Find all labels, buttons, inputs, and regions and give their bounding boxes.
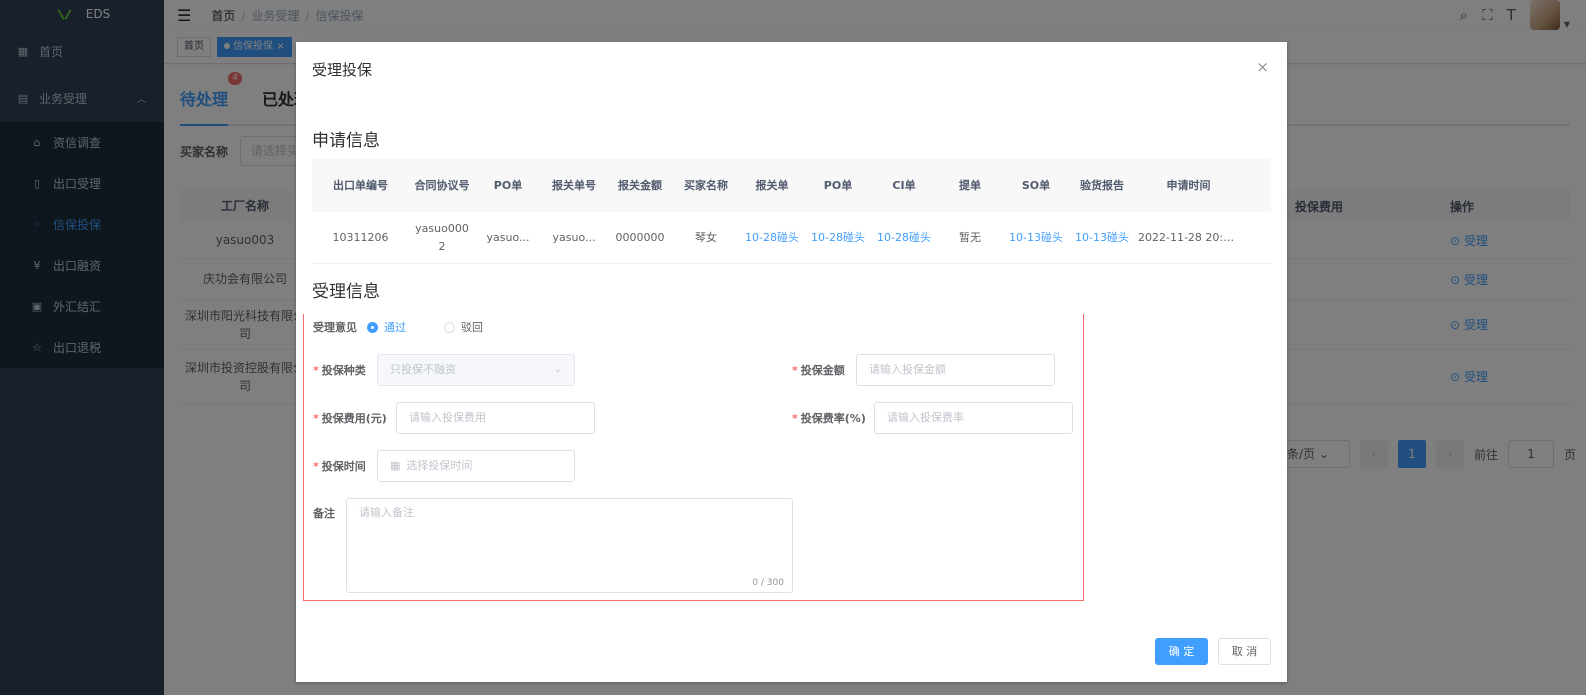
form-label-text: 投保种类 xyxy=(321,364,366,377)
acceptance-form: 受理意见 通过 驳回 * 投保种类 只投保不融资 ⌄ * 投保金额 请输入投保金额 *… xyxy=(303,314,1084,601)
table-cell: 0000000 xyxy=(615,230,665,244)
inspection-report-link[interactable]: 10-13碰头 xyxy=(1069,229,1135,247)
form-label: * 投保种类 xyxy=(313,362,377,378)
radio-label: 驳回 xyxy=(461,321,483,334)
insurance-time-picker[interactable]: ▦ 选择投保时间 xyxy=(377,450,575,482)
column-header: 报关金额 xyxy=(618,178,662,192)
form-item-fee: * 投保费用(元) 请输入投保费用 xyxy=(313,402,595,434)
column-header: 报关单号 xyxy=(552,178,596,192)
column-header: 出口单编号 xyxy=(333,178,388,192)
radio-pass[interactable]: 通过 xyxy=(367,319,406,335)
form-label-text: 投保费用(元) xyxy=(321,412,387,425)
form-label: 受理意见 xyxy=(313,321,357,334)
form-item-remark: 备注 请输入备注 0 / 300 xyxy=(313,498,793,593)
form-label-text: 投保金额 xyxy=(800,364,845,377)
column-header: 报关单 xyxy=(755,178,789,192)
form-item-type: * 投保种类 只投保不融资 ⌄ xyxy=(313,354,575,386)
form-label: * 投保费用(元) xyxy=(313,410,396,426)
char-counter: 0 / 300 xyxy=(752,578,784,588)
table-row: 10311206 yasuo0002 yasuo... yasuo... 000… xyxy=(312,212,1271,263)
column-header: 申请时间 xyxy=(1166,178,1211,192)
table-cell: 琴女 xyxy=(695,230,717,244)
radio-label: 通过 xyxy=(384,321,406,334)
column-header: CI单 xyxy=(892,178,916,192)
close-icon[interactable]: × xyxy=(1256,58,1269,76)
column-header: PO单 xyxy=(823,178,853,192)
dialog-title: 受理投保 xyxy=(312,61,373,79)
table-cell: 暂无 xyxy=(959,230,981,244)
picker-placeholder: 选择投保时间 xyxy=(406,459,473,472)
table-cell: yasuo... xyxy=(552,230,596,244)
required-mark: * xyxy=(792,364,798,377)
table-cell: 10311206 xyxy=(332,230,389,244)
form-item-rate: * 投保费率(%) 请输入投保费率 xyxy=(792,402,1073,434)
column-header: PO单 xyxy=(493,178,523,192)
table-cell: yasuo0002 xyxy=(415,221,469,253)
form-label: * 投保时间 xyxy=(313,458,377,474)
form-label-text: 投保费率(%) xyxy=(800,412,866,425)
form-item-amount: * 投保金额 请输入投保金额 xyxy=(792,354,1055,386)
required-mark: * xyxy=(313,412,319,425)
cancel-button[interactable]: 取 消 xyxy=(1218,638,1271,665)
textarea-placeholder: 请输入备注 xyxy=(359,506,414,519)
insurance-fee-input[interactable]: 请输入投保费用 xyxy=(396,402,595,434)
section-title-application: 申请信息 xyxy=(312,131,380,151)
table-header: 出口单编号 合同协议号 PO单 报关单号 报关金额 买家名称 报关单 PO单 C… xyxy=(312,159,1271,212)
form-item-opinion: 受理意见 通过 驳回 xyxy=(313,319,483,335)
po-doc-link[interactable]: 10-28碰头 xyxy=(805,229,871,247)
column-header: 合同协议号 xyxy=(414,178,470,192)
column-header: SO单 xyxy=(1021,178,1051,192)
column-header: 提单 xyxy=(959,178,981,192)
chevron-down-icon: ⌄ xyxy=(553,364,562,375)
ci-doc-link[interactable]: 10-28碰头 xyxy=(871,229,937,247)
column-header: 验货报告 xyxy=(1080,178,1124,192)
customs-doc-link[interactable]: 10-28碰头 xyxy=(739,229,805,247)
remark-textarea[interactable]: 请输入备注 0 / 300 xyxy=(346,498,793,593)
table-cell: yasuo... xyxy=(486,230,530,244)
required-mark: * xyxy=(313,364,319,377)
column-header: 买家名称 xyxy=(684,178,728,192)
confirm-button[interactable]: 确 定 xyxy=(1155,638,1208,665)
radio-reject[interactable]: 驳回 xyxy=(444,319,483,335)
accept-insurance-dialog: 受理投保 × 申请信息 出口单编号 合同协议号 PO单 报关单号 报关金额 买家… xyxy=(296,42,1287,682)
form-item-time: * 投保时间 ▦ 选择投保时间 xyxy=(313,450,575,482)
required-mark: * xyxy=(313,460,319,473)
application-table: 出口单编号 合同协议号 PO单 报关单号 报关金额 买家名称 报关单 PO单 C… xyxy=(312,159,1271,264)
required-mark: * xyxy=(792,412,798,425)
so-doc-link[interactable]: 10-13碰头 xyxy=(1003,229,1069,247)
section-title-acceptance: 受理信息 xyxy=(312,282,380,302)
insurance-amount-input[interactable]: 请输入投保金额 xyxy=(856,354,1055,386)
radio-circle xyxy=(367,321,378,333)
table-cell: 2022-11-28 20:05:59 xyxy=(1138,230,1242,244)
insurance-rate-input[interactable]: 请输入投保费率 xyxy=(874,402,1073,434)
form-label: * 投保费率(%) xyxy=(792,410,874,426)
radio-circle xyxy=(444,321,455,333)
insurance-type-select[interactable]: 只投保不融资 ⌄ xyxy=(377,354,575,386)
calendar-icon: ▦ xyxy=(390,459,401,472)
form-label-text: 投保时间 xyxy=(321,460,366,473)
form-label: 备注 xyxy=(313,507,335,520)
form-label: * 投保金额 xyxy=(792,362,856,378)
select-value: 只投保不融资 xyxy=(390,363,456,376)
